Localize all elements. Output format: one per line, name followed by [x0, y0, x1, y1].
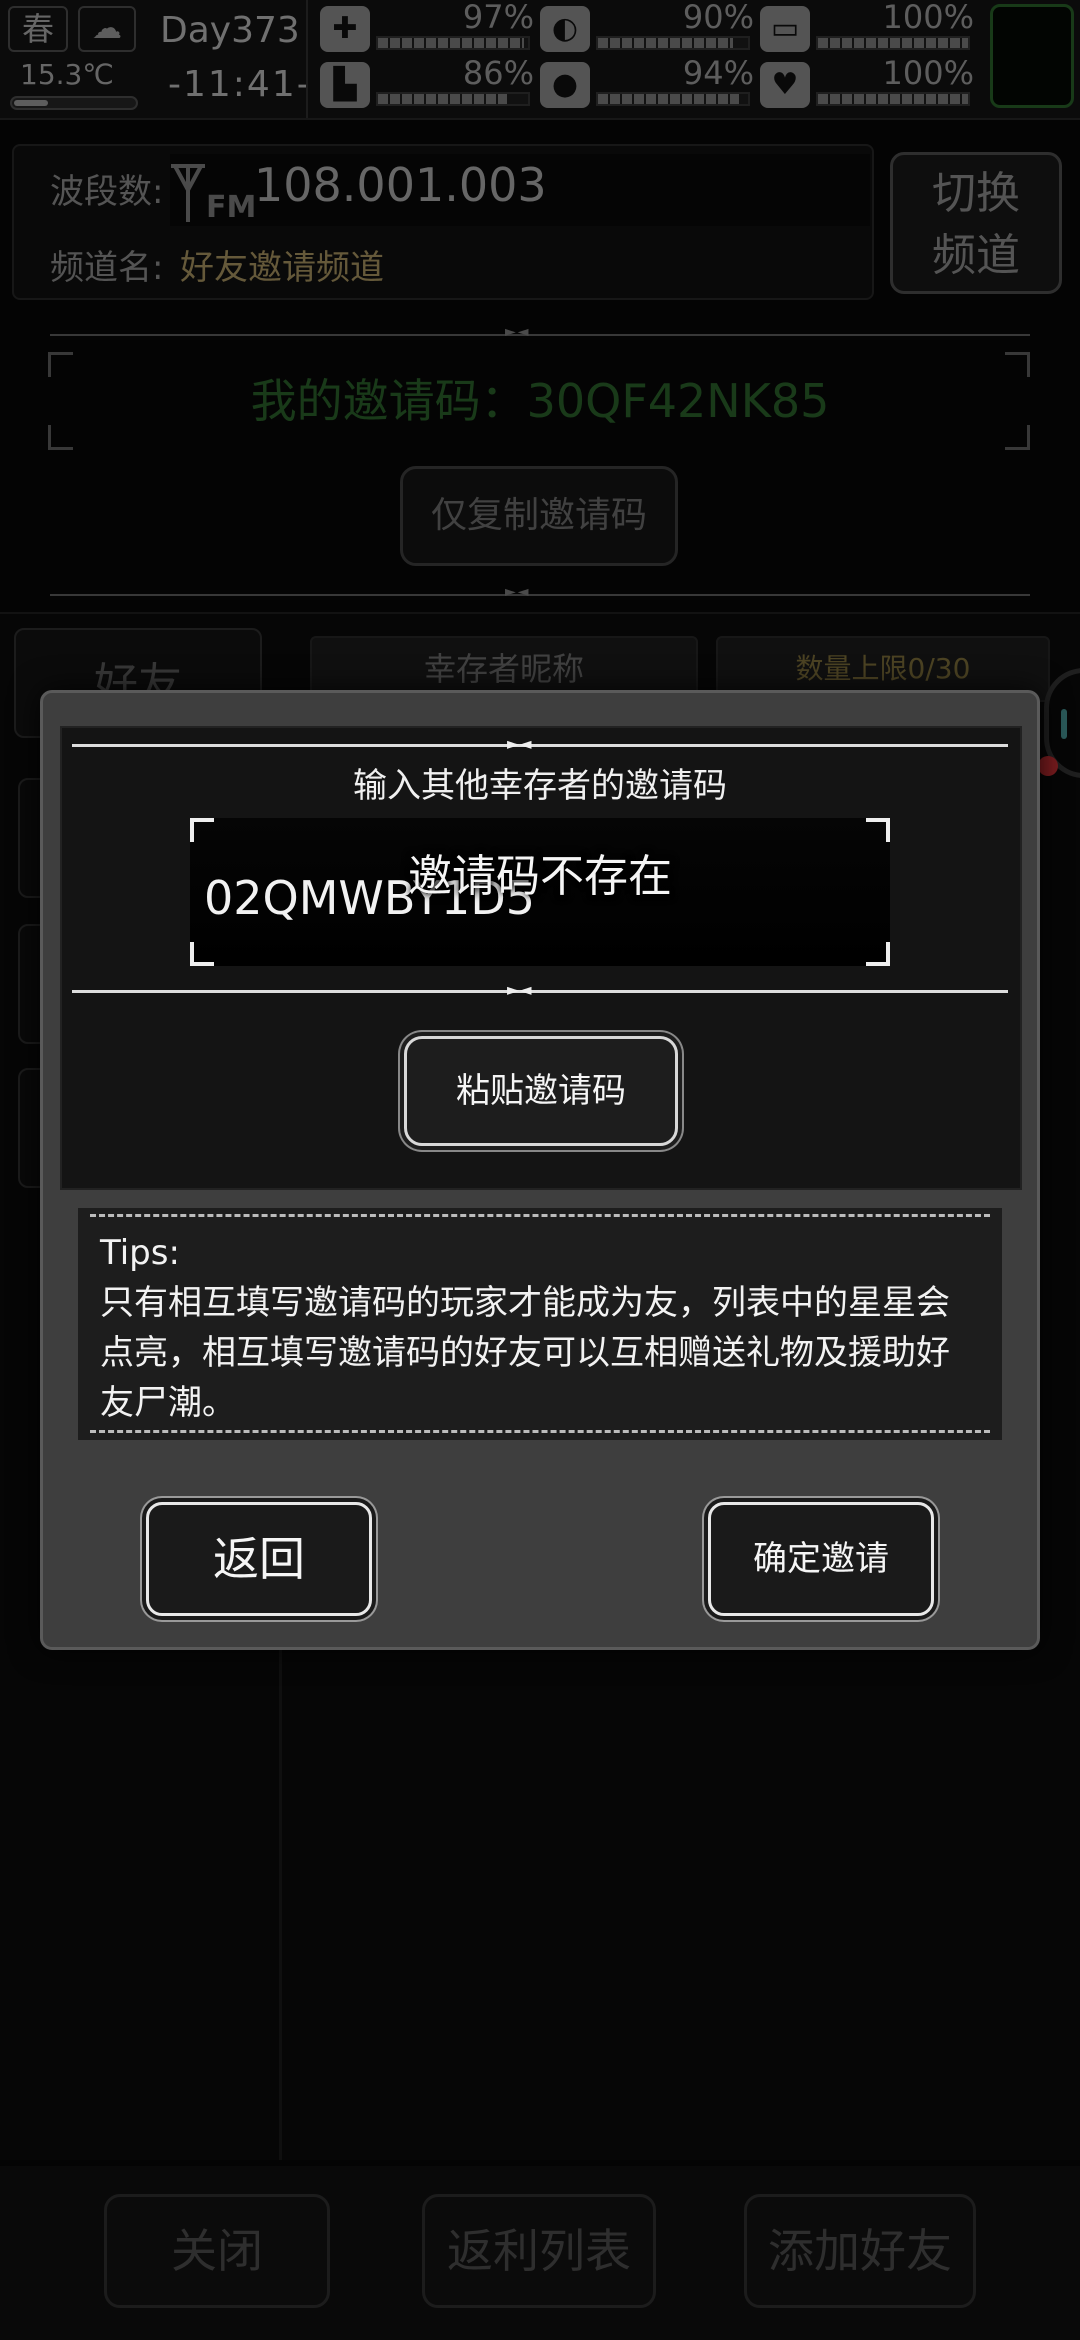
tips-dash-bottom — [90, 1430, 990, 1433]
separator-arrows-icon: ►◄ — [507, 734, 532, 753]
tips-dash-top — [90, 1214, 990, 1217]
dialog-separator-bottom — [72, 990, 1008, 993]
confirm-invite-button[interactable]: 确定邀请 — [708, 1502, 934, 1616]
tips-text: Tips: 只有相互填写邀请码的玩家才能成为友，列表中的星星会点亮，相互填写邀请… — [100, 1228, 980, 1428]
paste-code-button[interactable]: 粘贴邀请码 — [404, 1036, 678, 1146]
tips-title: Tips: — [100, 1233, 180, 1273]
error-toast: 邀请码不存在 — [408, 851, 672, 902]
tips-body: 只有相互填写邀请码的玩家才能成为友，列表中的星星会点亮，相互填写邀请码的好友可以… — [100, 1283, 950, 1423]
input-title: 输入其他幸存者的邀请码 — [353, 766, 727, 806]
back-button[interactable]: 返回 — [146, 1502, 372, 1616]
separator-arrows-icon: ►◄ — [507, 980, 532, 999]
dialog-separator-top — [72, 744, 1008, 747]
